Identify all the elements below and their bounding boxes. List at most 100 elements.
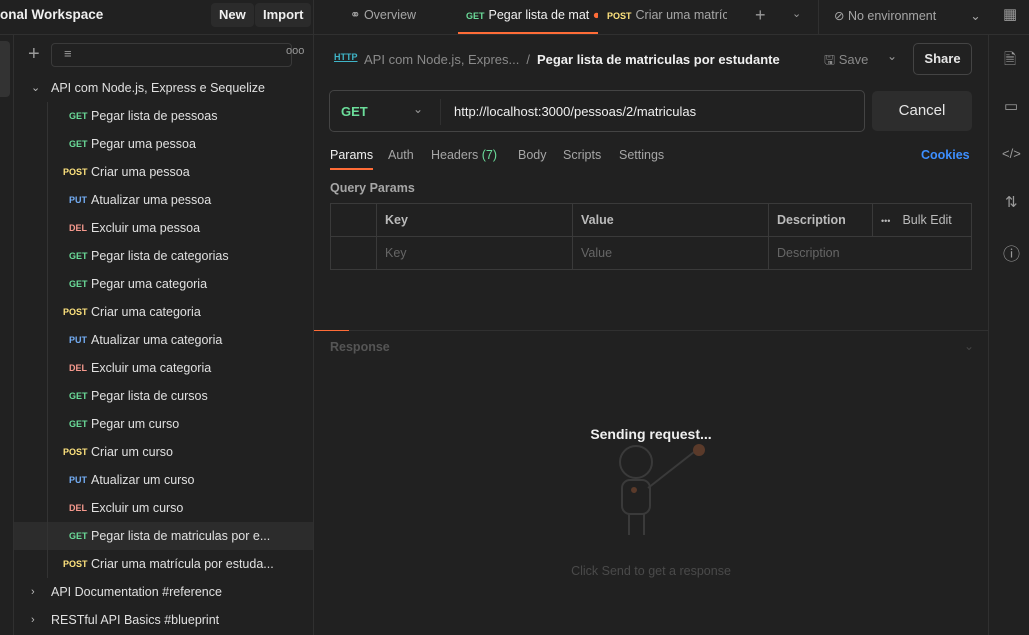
response-divider[interactable] <box>314 330 988 331</box>
method-badge: PUT <box>69 475 87 485</box>
response-chevron-down-icon[interactable]: ⌄ <box>964 339 974 353</box>
new-button[interactable]: New <box>211 3 254 27</box>
request-item[interactable]: GET Pegar lista de pessoas <box>14 102 313 130</box>
breadcrumb-parent[interactable]: API com Node.js, Expres... <box>364 52 519 67</box>
cookies-link[interactable]: Cookies <box>921 148 970 162</box>
url-input[interactable]: http://localhost:3000/pessoas/2/matricul… <box>454 104 696 119</box>
tab-params[interactable]: Params <box>330 148 374 170</box>
request-item[interactable]: PUT Atualizar um curso <box>14 466 313 494</box>
more-icon: ••• <box>881 216 891 226</box>
request-item[interactable]: POST Criar uma categoria <box>14 298 313 326</box>
request-item[interactable]: GET Pegar lista de cursos <box>14 382 313 410</box>
divider <box>818 0 819 34</box>
save-label: Save <box>838 52 869 67</box>
response-label: Response <box>330 340 390 354</box>
request-item[interactable]: GET Pegar lista de categorias <box>14 242 313 270</box>
method-badge: POST <box>607 11 632 21</box>
tab-label: Overview <box>363 8 417 22</box>
method-select[interactable]: GET <box>341 104 368 119</box>
request-item[interactable]: DEL Excluir uma categoria <box>14 354 313 382</box>
column-description: Description <box>768 203 873 237</box>
request-item[interactable]: POST Criar um curso <box>14 438 313 466</box>
tab-overview[interactable]: ⚭ Overview <box>350 0 440 34</box>
request-item[interactable]: GET Pegar um curso <box>14 410 313 438</box>
collection-item[interactable]: › RESTful API Basics #blueprint <box>14 606 313 634</box>
chevron-right-icon: › <box>31 586 35 598</box>
save-chevron-down-icon[interactable]: ⌄ <box>887 49 897 63</box>
method-badge: GET <box>69 139 88 149</box>
request-item[interactable]: GET Pegar uma pessoa <box>14 130 313 158</box>
tabs-chevron-down-icon[interactable]: ⌄ <box>792 7 801 20</box>
breadcrumb: API com Node.js, Expres... / Pegar lista d… <box>364 52 780 67</box>
save-icon: 🖫 <box>824 52 839 67</box>
tab-headers[interactable]: Headers (7) <box>431 148 497 162</box>
add-icon[interactable]: + <box>28 43 40 66</box>
method-badge: GET <box>69 251 88 261</box>
tab-active-request[interactable]: GETPegar lista de mat ● <box>458 0 598 34</box>
tab-scripts[interactable]: Scripts <box>563 148 601 162</box>
share-button[interactable]: Share <box>913 43 972 75</box>
tab-post-request[interactable]: POST Criar uma matrícu <box>607 0 727 34</box>
more-options-icon[interactable]: ooo <box>286 45 304 57</box>
request-item[interactable]: DEL Excluir um curso <box>14 494 313 522</box>
code-icon[interactable]: </> <box>1002 146 1021 161</box>
rail-item-collections[interactable] <box>0 41 10 97</box>
tab-label: Headers <box>431 148 479 162</box>
key-input[interactable]: Key <box>376 236 573 270</box>
request-item[interactable]: GET Pegar lista de matriculas por e... <box>14 522 313 550</box>
request-name: Atualizar uma pessoa <box>91 193 212 207</box>
method-badge: GET <box>69 391 88 401</box>
request-name: Criar um curso <box>91 445 173 459</box>
chevron-right-icon: › <box>31 614 35 626</box>
request-name: Criar uma matrícula por estuda... <box>91 557 274 571</box>
new-tab-plus-icon[interactable]: + <box>755 5 766 26</box>
collection-item[interactable]: ⌄ API com Node.js, Express e Sequelize <box>14 74 313 102</box>
row-checkbox[interactable] <box>330 236 377 270</box>
request-name: Pegar uma pessoa <box>91 137 196 151</box>
right-rail: 🗎 ▭ </> ⇅ ⓘ <box>988 35 1029 635</box>
tab-label: Criar uma matrícu <box>635 8 727 22</box>
method-chevron-down-icon[interactable]: ⌄ <box>413 102 423 116</box>
request-name: Pegar lista de cursos <box>91 389 208 403</box>
import-button[interactable]: Import <box>255 3 312 27</box>
table-row: Key Value Description <box>330 236 972 270</box>
divider <box>313 0 314 34</box>
cancel-button[interactable]: Cancel <box>872 91 972 131</box>
request-item[interactable]: POST Criar uma matrícula por estuda... <box>14 550 313 578</box>
request-item[interactable]: PUT Atualizar uma pessoa <box>14 186 313 214</box>
comments-icon[interactable]: ▭ <box>1004 97 1018 115</box>
request-name: Pegar lista de matriculas por e... <box>91 529 271 543</box>
tab-auth[interactable]: Auth <box>388 148 414 162</box>
tab-body[interactable]: Body <box>518 148 547 162</box>
collection-item[interactable]: › API Documentation #reference <box>14 578 313 606</box>
request-item[interactable]: PUT Atualizar uma categoria <box>14 326 313 354</box>
headers-count: (7) <box>481 148 498 162</box>
related-requests-icon[interactable]: ⇅ <box>1005 193 1018 211</box>
request-item[interactable]: DEL Excluir uma pessoa <box>14 214 313 242</box>
request-name: Pegar lista de categorias <box>91 249 229 263</box>
no-environment-icon: ⊘ <box>834 9 848 23</box>
save-button[interactable]: 🖫 Save <box>824 51 868 73</box>
bulk-edit-button[interactable]: ••• Bulk Edit <box>872 203 972 237</box>
method-badge: PUT <box>69 195 87 205</box>
request-name: Criar uma pessoa <box>91 165 190 179</box>
documentation-icon[interactable]: 🗎 <box>1004 49 1016 74</box>
filter-input[interactable]: ≡ <box>51 43 292 67</box>
environment-select[interactable]: ⊘ No environment ⌄ <box>834 8 981 23</box>
tree-guide <box>47 102 48 578</box>
environment-variables-icon[interactable]: ▦ <box>1003 5 1017 23</box>
request-name: Pegar lista de pessoas <box>91 109 218 123</box>
tab-settings[interactable]: Settings <box>619 148 664 162</box>
response-hint: Click Send to get a response <box>571 564 731 578</box>
request-item[interactable]: GET Pegar uma categoria <box>14 270 313 298</box>
method-badge: DEL <box>69 363 87 373</box>
info-icon[interactable]: ⓘ <box>1003 240 1020 265</box>
value-input[interactable]: Value <box>572 236 769 270</box>
divider <box>440 99 441 125</box>
method-badge: POST <box>63 447 88 457</box>
http-icon: HTTP <box>334 52 358 62</box>
description-input[interactable]: Description <box>768 236 972 270</box>
request-item[interactable]: POST Criar uma pessoa <box>14 158 313 186</box>
method-badge: GET <box>69 111 88 121</box>
method-badge: POST <box>63 559 88 569</box>
